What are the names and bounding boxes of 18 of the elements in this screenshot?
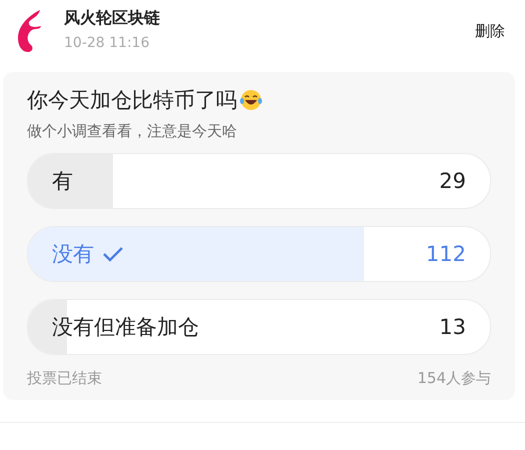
vote-count: 112 <box>426 242 466 266</box>
poll-title: 你今天加仓比特币了吗 <box>27 87 237 114</box>
option-label: 有 <box>52 168 73 195</box>
poll-option[interactable]: 没有但准备加仓 13 <box>27 299 491 355</box>
poll-description: 做个小调查看看，注意是今天哈 <box>27 122 238 141</box>
laughing-emoji-icon <box>239 88 263 112</box>
participant-count: 154人参与 <box>417 369 491 388</box>
check-icon <box>102 246 124 262</box>
poll-option[interactable]: 没有 112 <box>27 226 491 282</box>
poll-status: 投票已结束 <box>27 369 102 388</box>
post-time: 10-28 11:16 <box>64 35 150 51</box>
author-name: 风火轮区块链 <box>64 8 161 29</box>
option-label: 没有 <box>52 241 94 268</box>
vote-count: 13 <box>439 315 466 339</box>
vote-count: 29 <box>439 169 466 193</box>
option-label: 没有但准备加仓 <box>52 314 199 341</box>
delete-button[interactable]: 删除 <box>475 22 505 41</box>
poll-option[interactable]: 有 29 <box>27 153 491 209</box>
